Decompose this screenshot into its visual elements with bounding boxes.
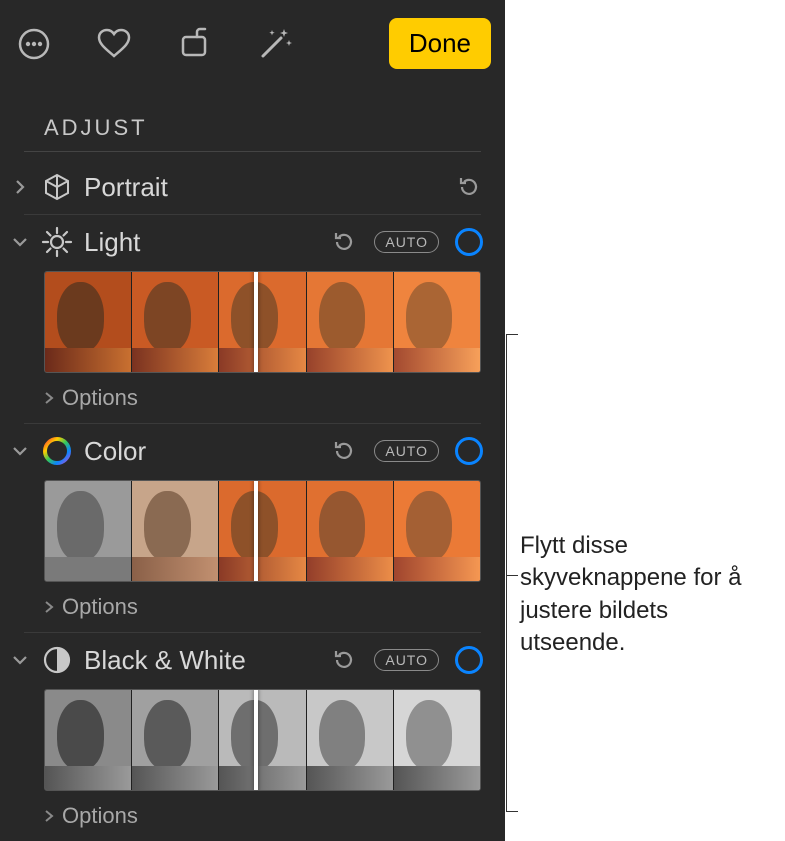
chevron-right-icon (44, 391, 54, 405)
chevron-down-icon (10, 654, 30, 666)
light-row[interactable]: Light AUTO (0, 215, 505, 269)
callout-tick (506, 811, 518, 812)
thumb (131, 272, 218, 372)
crop-icon[interactable] (174, 24, 214, 64)
thumb (131, 690, 218, 790)
half-circle-icon (40, 643, 74, 677)
options-label: Options (62, 385, 138, 411)
options-label: Options (62, 803, 138, 829)
color-label: Color (84, 436, 320, 467)
status-ring-icon[interactable] (455, 437, 483, 465)
thumb (131, 481, 218, 581)
reset-icon[interactable] (455, 173, 483, 201)
more-icon[interactable] (14, 24, 54, 64)
status-ring-icon[interactable] (455, 228, 483, 256)
done-button[interactable]: Done (389, 18, 491, 69)
thumb (306, 690, 393, 790)
callout-tick (506, 575, 518, 576)
favorite-icon[interactable] (94, 24, 134, 64)
callout-text: Flytt disse skyveknappene for å justere … (520, 530, 770, 660)
section-title: ADJUST (0, 87, 505, 147)
thumb (306, 481, 393, 581)
thumb (45, 481, 131, 581)
bw-row[interactable]: Black & White AUTO (0, 633, 505, 687)
reset-icon[interactable] (330, 646, 358, 674)
toolbar: Done (0, 0, 505, 87)
thumb (393, 690, 480, 790)
chevron-down-icon (10, 445, 30, 457)
light-label: Light (84, 227, 320, 258)
color-options-row[interactable]: Options (0, 588, 505, 632)
slider-handle[interactable] (254, 480, 258, 582)
callout-bracket (506, 334, 507, 812)
chevron-right-icon (10, 179, 30, 195)
light-slider[interactable] (44, 271, 481, 373)
slider-handle[interactable] (254, 271, 258, 373)
color-slider[interactable] (44, 480, 481, 582)
bw-slider[interactable] (44, 689, 481, 791)
thumb (45, 690, 131, 790)
thumb (218, 481, 305, 581)
auto-button[interactable]: AUTO (374, 649, 439, 671)
color-wheel-icon (40, 434, 74, 468)
thumb (306, 272, 393, 372)
light-options-row[interactable]: Options (0, 379, 505, 423)
auto-button[interactable]: AUTO (374, 440, 439, 462)
options-label: Options (62, 594, 138, 620)
thumb (393, 272, 480, 372)
bw-label: Black & White (84, 645, 320, 676)
auto-button[interactable]: AUTO (374, 231, 439, 253)
chevron-right-icon (44, 600, 54, 614)
portrait-row[interactable]: Portrait (0, 160, 505, 214)
slider-handle[interactable] (254, 689, 258, 791)
chevron-right-icon (44, 809, 54, 823)
bw-options-row[interactable]: Options (0, 797, 505, 841)
portrait-label: Portrait (84, 172, 445, 203)
sun-icon (40, 225, 74, 259)
cube-icon (40, 170, 74, 204)
reset-icon[interactable] (330, 228, 358, 256)
chevron-down-icon (10, 236, 30, 248)
callout-tick (506, 334, 518, 335)
callout: Flytt disse skyveknappene for å justere … (520, 530, 770, 660)
enhance-wand-icon[interactable] (254, 24, 294, 64)
divider (24, 151, 481, 152)
thumb (45, 272, 131, 372)
status-ring-icon[interactable] (455, 646, 483, 674)
thumb (218, 272, 305, 372)
color-row[interactable]: Color AUTO (0, 424, 505, 478)
adjust-panel: Done ADJUST Portrait Light AUTO (0, 0, 505, 841)
thumb (218, 690, 305, 790)
thumb (393, 481, 480, 581)
reset-icon[interactable] (330, 437, 358, 465)
